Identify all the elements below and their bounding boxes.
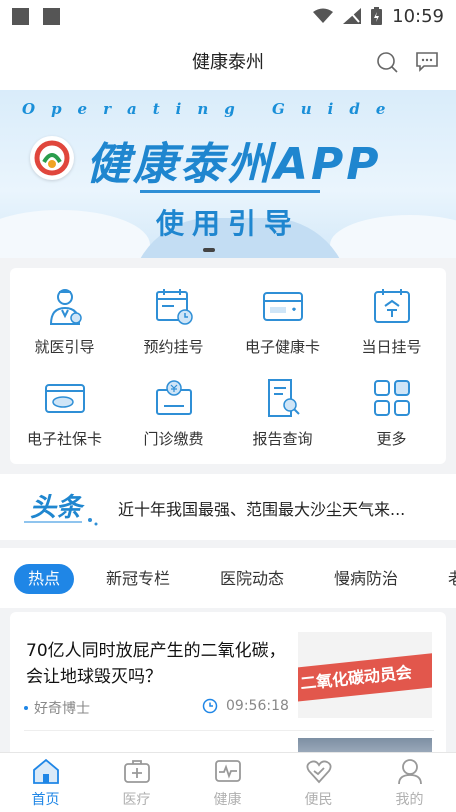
heart-hand-icon <box>306 760 331 784</box>
nav-label: 医疗 <box>122 792 151 808</box>
app-logo-icon <box>30 136 74 180</box>
service-more[interactable]: 更多 <box>337 360 446 450</box>
banner[interactable]: Operating Guide 健康泰州APP 使用引导 <box>0 90 456 258</box>
wifi-icon <box>313 8 334 23</box>
service-health-card[interactable]: 电子健康卡 <box>228 268 337 358</box>
battery-icon <box>371 7 383 25</box>
service-doctor-guide[interactable]: 就医引导 <box>10 268 119 358</box>
divider <box>24 730 434 731</box>
nav-label: 健康 <box>213 792 242 808</box>
banner-subtitle: 使用引导 <box>155 207 300 240</box>
nav-health[interactable]: 健康 <box>182 757 273 811</box>
service-grid: 就医引导 预约挂号 电子健康卡 当日挂号 电子社保卡 门诊缴费 报告查询 更多 <box>10 268 446 464</box>
news-time: 09:56:18 <box>202 698 289 714</box>
headline-logo-icon: 头条 <box>24 492 98 526</box>
bottom-nav: 首页 医疗 健康 便民 我的 <box>0 752 456 812</box>
clock-icon <box>202 698 218 714</box>
heartbeat-icon <box>214 760 241 782</box>
status-bar: 10:59 <box>0 0 456 32</box>
nav-convenience[interactable]: 便民 <box>273 757 364 811</box>
nav-profile[interactable]: 我的 <box>364 757 455 811</box>
tab-chronic-disease[interactable]: 慢病防治 <box>334 564 398 594</box>
news-source: 好奇博士 <box>24 698 90 718</box>
tab-more-cut[interactable]: 老 <box>448 564 456 594</box>
service-report[interactable]: 报告查询 <box>228 360 337 450</box>
tab-hospital-news[interactable]: 医院动态 <box>220 564 284 594</box>
news-source-text: 好奇博士 <box>34 701 90 717</box>
signal-icon <box>343 8 362 24</box>
notification-icon <box>12 7 29 25</box>
service-label: 更多 <box>376 430 407 448</box>
headline-bar[interactable]: 头条 近十年我国最强、范围最大沙尘天气来... <box>0 474 456 540</box>
banner-divider <box>140 190 320 193</box>
news-list: 70亿人同时放屁产生的二氧化碳，会让地球毁灭吗？ 好奇博士 09:56:18 二… <box>10 612 446 762</box>
service-label: 当日挂号 <box>361 338 422 356</box>
tab-covid[interactable]: 新冠专栏 <box>106 564 170 594</box>
nav-label: 首页 <box>31 792 60 808</box>
app-header: 健康泰州 <box>0 32 456 90</box>
service-label: 电子健康卡 <box>244 338 320 356</box>
medical-kit-icon <box>123 760 150 783</box>
nav-label: 便民 <box>304 792 333 808</box>
calendar-clock-icon <box>155 289 193 325</box>
message-icon[interactable] <box>414 49 440 75</box>
grid-more-icon <box>373 380 410 416</box>
user-icon <box>397 759 422 785</box>
service-appointment[interactable]: 预约挂号 <box>119 268 228 358</box>
today-calendar-icon <box>373 289 410 323</box>
news-time-text: 09:56:18 <box>226 698 289 714</box>
news-thumbnail[interactable]: 二氧化碳动员会 <box>298 632 432 718</box>
service-label: 报告查询 <box>252 430 313 448</box>
news-title[interactable]: 70亿人同时放屁产生的二氧化碳，会让地球毁灭吗？ <box>26 638 288 690</box>
service-label: 就医引导 <box>34 338 95 356</box>
notification-icon <box>43 7 60 25</box>
report-search-icon <box>267 379 300 417</box>
category-tabs: 热点 新冠专栏 医院动态 慢病防治 老 <box>0 548 456 608</box>
banner-title: 健康泰州APP <box>86 139 382 190</box>
doctor-icon <box>49 289 82 325</box>
service-label: 预约挂号 <box>143 338 204 356</box>
thumbnail-text: 二氧化碳动员会 <box>298 652 432 702</box>
page-title: 健康泰州 <box>192 52 264 73</box>
service-label: 门诊缴费 <box>143 430 204 448</box>
service-social-card[interactable]: 电子社保卡 <box>10 360 119 450</box>
home-icon <box>32 758 59 784</box>
source-dot <box>24 706 28 710</box>
nav-home[interactable]: 首页 <box>0 757 91 811</box>
banner-guide-text: Operating Guide <box>22 100 402 118</box>
search-icon[interactable] <box>374 49 400 75</box>
service-same-day[interactable]: 当日挂号 <box>337 268 446 358</box>
clock: 10:59 <box>392 5 444 27</box>
banner-indicator <box>203 248 215 252</box>
service-label: 电子社保卡 <box>26 430 102 448</box>
social-card-icon <box>44 384 85 413</box>
tab-hot[interactable]: 热点 <box>14 564 75 594</box>
headline-logo-text: 头条 <box>30 492 85 522</box>
payment-icon <box>155 380 192 415</box>
nav-label: 我的 <box>395 792 424 808</box>
nav-medical[interactable]: 医疗 <box>91 757 182 811</box>
health-card-icon <box>262 292 303 321</box>
headline-text: 近十年我国最强、范围最大沙尘天气来... <box>118 500 406 519</box>
service-payment[interactable]: 门诊缴费 <box>119 360 228 450</box>
